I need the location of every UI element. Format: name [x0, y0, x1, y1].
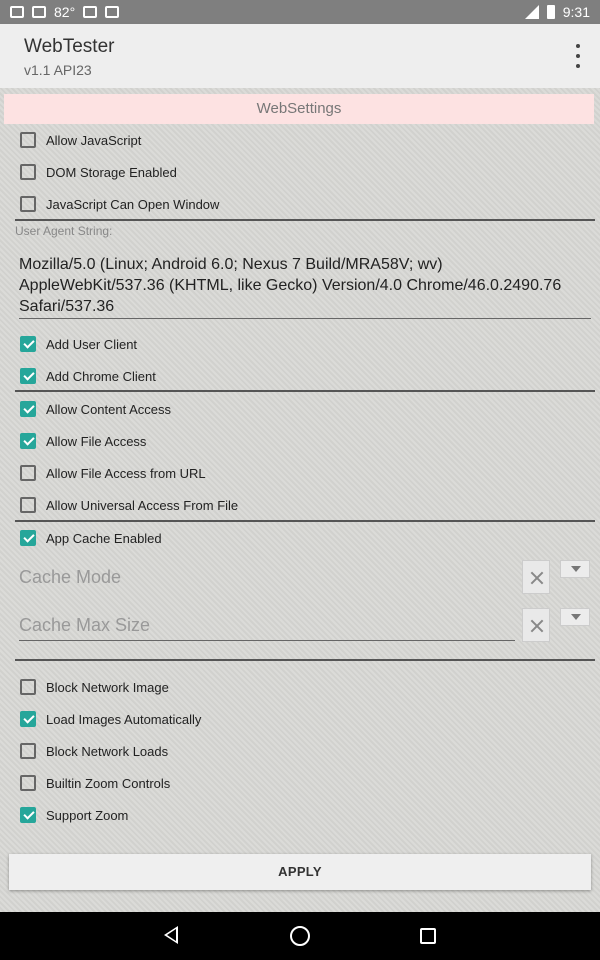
checkbox-allow-universal-access[interactable]: Allow Universal Access From File [20, 491, 238, 519]
cache-max-size-input[interactable]: Cache Max Size [19, 615, 150, 636]
checkbox-block-network-image[interactable]: Block Network Image [20, 673, 169, 701]
checkbox-support-zoom[interactable]: Support Zoom [20, 801, 128, 829]
checkbox-label: Builtin Zoom Controls [46, 775, 171, 791]
checkbox-label: Allow File Access [46, 433, 147, 449]
settings-panel: WebSettings Allow JavaScript DOM Storage… [0, 88, 600, 912]
section-divider [15, 659, 595, 661]
checkbox-box[interactable] [20, 497, 36, 513]
checkbox-box[interactable] [20, 368, 36, 384]
websettings-header: WebSettings [4, 94, 594, 124]
checkbox-load-images-automatically[interactable]: Load Images Automatically [20, 705, 201, 733]
battery-icon [546, 5, 555, 19]
checkbox-box[interactable] [20, 132, 36, 148]
checkbox-label: Add User Client [46, 336, 138, 352]
section-divider [15, 520, 595, 522]
checkbox-label: Support Zoom [46, 807, 129, 823]
checkbox-add-chrome-client[interactable]: Add Chrome Client [20, 362, 156, 390]
checkbox-label: Allow File Access from URL [46, 465, 206, 481]
checkbox-box[interactable] [20, 530, 36, 546]
checkbox-box[interactable] [20, 164, 36, 180]
bag-notification-icon [83, 6, 98, 18]
checkbox-allow-file-access-url[interactable]: Allow File Access from URL [20, 459, 206, 487]
checkbox-add-user-client[interactable]: Add User Client [20, 330, 137, 358]
cache-mode-input[interactable]: Cache Mode [19, 567, 121, 588]
checkbox-box[interactable] [20, 465, 36, 481]
checkbox-box[interactable] [20, 807, 36, 823]
checkbox-block-network-loads[interactable]: Block Network Loads [20, 737, 168, 765]
user-agent-label: User Agent String: [15, 224, 113, 238]
checkbox-label: Add Chrome Client [46, 368, 156, 384]
clock-text: 9:31 [562, 4, 590, 20]
checkbox-app-cache-enabled[interactable]: App Cache Enabled [20, 524, 162, 552]
checkbox-box[interactable] [20, 401, 36, 417]
temperature-text: 82° [54, 4, 76, 20]
signal-icon [524, 5, 539, 19]
cache-max-size-underline [19, 640, 515, 641]
cache-mode-clear-icon[interactable] [522, 560, 550, 594]
recent-apps-icon[interactable] [420, 928, 436, 944]
checkbox-label: Allow Content Access [46, 401, 172, 417]
checkbox-label: Load Images Automatically [46, 711, 202, 727]
checkbox-label: App Cache Enabled [46, 530, 162, 546]
section-divider [15, 390, 595, 392]
apply-button[interactable]: APPLY [9, 854, 591, 890]
cache-max-size-dropdown-icon[interactable] [560, 608, 590, 626]
user-agent-input[interactable]: Mozilla/5.0 (Linux; Android 6.0; Nexus 7… [19, 254, 579, 317]
checkbox-allow-content-access[interactable]: Allow Content Access [20, 395, 171, 423]
checkbox-js-open-window[interactable]: JavaScript Can Open Window [20, 190, 219, 218]
checkbox-allow-file-access[interactable]: Allow File Access [20, 427, 146, 455]
navigation-bar [0, 912, 600, 960]
checkbox-box[interactable] [20, 196, 36, 212]
checkbox-builtin-zoom-controls[interactable]: Builtin Zoom Controls [20, 769, 170, 797]
home-icon[interactable] [290, 926, 310, 946]
app-subtitle: v1.1 API23 [24, 62, 92, 78]
checkbox-label: Block Network Image [46, 679, 169, 695]
checkbox-label: DOM Storage Enabled [46, 164, 177, 180]
checkbox-label: Block Network Loads [46, 743, 169, 759]
back-icon[interactable] [164, 926, 178, 944]
checkbox-allow-javascript[interactable]: Allow JavaScript [20, 126, 141, 154]
app-notification-icon [32, 6, 46, 18]
app-bar: WebTester v1.1 API23 [0, 24, 600, 88]
checkbox-label: JavaScript Can Open Window [46, 196, 220, 212]
cache-max-size-clear-icon[interactable] [522, 608, 550, 642]
checkbox-box[interactable] [20, 711, 36, 727]
checkbox-label: Allow JavaScript [46, 132, 142, 148]
checkbox-box[interactable] [20, 775, 36, 791]
checkbox-label: Allow Universal Access From File [46, 497, 239, 513]
overflow-menu-icon[interactable] [568, 44, 588, 68]
checkbox-box[interactable] [20, 743, 36, 759]
gallery-notification-icon [10, 6, 24, 18]
app-title: WebTester [24, 36, 115, 57]
section-divider [15, 219, 595, 221]
checkbox-box[interactable] [20, 336, 36, 352]
checkbox-dom-storage[interactable]: DOM Storage Enabled [20, 158, 177, 186]
user-agent-underline [19, 318, 591, 319]
checkbox-box[interactable] [20, 679, 36, 695]
cache-mode-dropdown-icon[interactable] [560, 560, 590, 578]
checkbox-box[interactable] [20, 433, 36, 449]
store-notification-icon [105, 6, 120, 18]
status-bar: 82° 9:31 [0, 0, 600, 24]
